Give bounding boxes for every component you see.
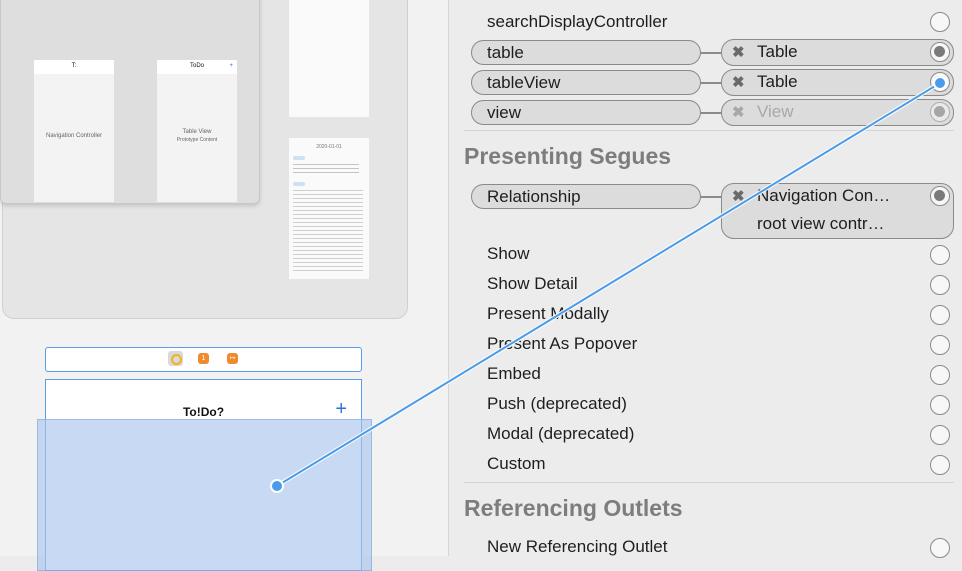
target-name: View [757, 102, 794, 121]
segue-relationship[interactable]: Relationship [471, 184, 701, 209]
segue-connection-circle[interactable] [930, 186, 950, 206]
target-name-line2: root view contr… [757, 214, 885, 233]
outlet-tableview[interactable]: tableView [471, 70, 701, 95]
scene-sublabel: Prototype Content [176, 137, 218, 143]
outlet-target-table[interactable]: ✖ Table [721, 39, 954, 66]
section-title-presenting-segues: Presenting Segues [464, 143, 672, 169]
navigation-controller-scene[interactable]: T: Navigation Controller [34, 60, 114, 202]
segue-label-show: Show [487, 244, 530, 263]
segue-connection-circle[interactable] [930, 305, 950, 325]
scene-dock[interactable]: 1 ↦ [45, 347, 362, 372]
target-name-line1: Navigation Con… [757, 186, 891, 205]
scene-label: Table View [182, 129, 212, 135]
storyboard-canvas[interactable]: T: Navigation Controller ToDo + Table Vi… [0, 0, 448, 571]
outlet-table[interactable]: table [471, 40, 701, 65]
outlet-target-tableview[interactable]: ✖ Table [721, 69, 954, 96]
nav-bar: ToDo + [157, 60, 237, 74]
segue-label-push: Push (deprecated) [487, 394, 627, 413]
segue-label-modal: Modal (deprecated) [487, 424, 635, 443]
target-name: Table [757, 72, 798, 91]
view-controller-icon[interactable] [168, 351, 183, 366]
connection-link [701, 82, 722, 84]
detail-body-text [293, 190, 363, 271]
detail-button [293, 156, 305, 160]
scene-label: Navigation Controller [45, 133, 103, 139]
outlet-connection-circle[interactable] [930, 72, 950, 92]
remove-connection-icon[interactable]: ✖ [732, 103, 745, 121]
detail-scene[interactable]: 2020-01-01 [289, 138, 369, 279]
add-icon: + [229, 63, 233, 69]
segue-label-embed: Embed [487, 364, 541, 383]
new-referencing-outlet-label: New Referencing Outlet [487, 537, 668, 556]
connection-link [701, 52, 722, 54]
section-title-referencing-outlets: Referencing Outlets [464, 495, 683, 521]
segue-label: Relationship [487, 187, 581, 206]
remove-connection-icon[interactable]: ✖ [732, 43, 745, 61]
navigation-scene-frame[interactable]: T: Navigation Controller ToDo + Table Vi… [0, 0, 260, 204]
exit-icon[interactable]: ↦ [227, 353, 238, 364]
outlet-view[interactable]: view [471, 100, 701, 125]
table-view-scene[interactable]: ToDo + Table View Prototype Content [157, 60, 237, 202]
segue-connection-circle[interactable] [930, 395, 950, 415]
segue-label-show-detail: Show Detail [487, 274, 578, 293]
blank-scene[interactable] [289, 0, 369, 117]
table-view-selection[interactable] [37, 419, 372, 571]
outlet-label: tableView [487, 73, 561, 92]
outlet-connection-circle[interactable] [930, 538, 950, 558]
section-divider [464, 482, 954, 483]
outlet-label-searchdisplaycontroller: searchDisplayController [487, 12, 668, 31]
detail-title: 2020-01-01 [316, 144, 342, 150]
connection-link [701, 112, 722, 114]
segue-connection-circle[interactable] [930, 425, 950, 445]
scene-title: ToDo [189, 63, 204, 69]
segue-connection-circle[interactable] [930, 455, 950, 475]
segue-target-relationship[interactable]: ✖ Navigation Con… root view contr… [721, 183, 954, 239]
add-icon[interactable]: + [335, 399, 347, 419]
target-name: Table [757, 42, 798, 61]
connection-link [701, 196, 722, 198]
segue-connection-circle[interactable] [930, 275, 950, 295]
remove-connection-icon[interactable]: ✖ [732, 187, 745, 205]
first-responder-icon[interactable]: 1 [198, 353, 209, 364]
segue-connection-circle[interactable] [930, 335, 950, 355]
segue-connection-circle[interactable] [930, 365, 950, 385]
detail-text-lines [293, 164, 359, 174]
section-divider [464, 130, 954, 131]
nav-title: To!Do? [182, 405, 225, 419]
outlet-label: view [487, 103, 522, 122]
outlet-connection-circle[interactable] [930, 42, 950, 62]
segue-label-present-modally: Present Modally [487, 304, 609, 323]
outlet-target-view[interactable]: ✖ View [721, 99, 954, 126]
scene-title: T: [71, 63, 77, 69]
outlet-connection-circle[interactable] [930, 102, 950, 122]
nav-bar: T: [34, 60, 114, 74]
segue-label-custom: Custom [487, 454, 546, 473]
segue-label-present-as-popover: Present As Popover [487, 334, 638, 353]
segue-connection-circle[interactable] [930, 245, 950, 265]
remove-connection-icon[interactable]: ✖ [732, 73, 745, 91]
outlet-label: table [487, 43, 524, 62]
outlet-connection-circle[interactable] [930, 12, 950, 32]
detail-button [293, 182, 305, 186]
